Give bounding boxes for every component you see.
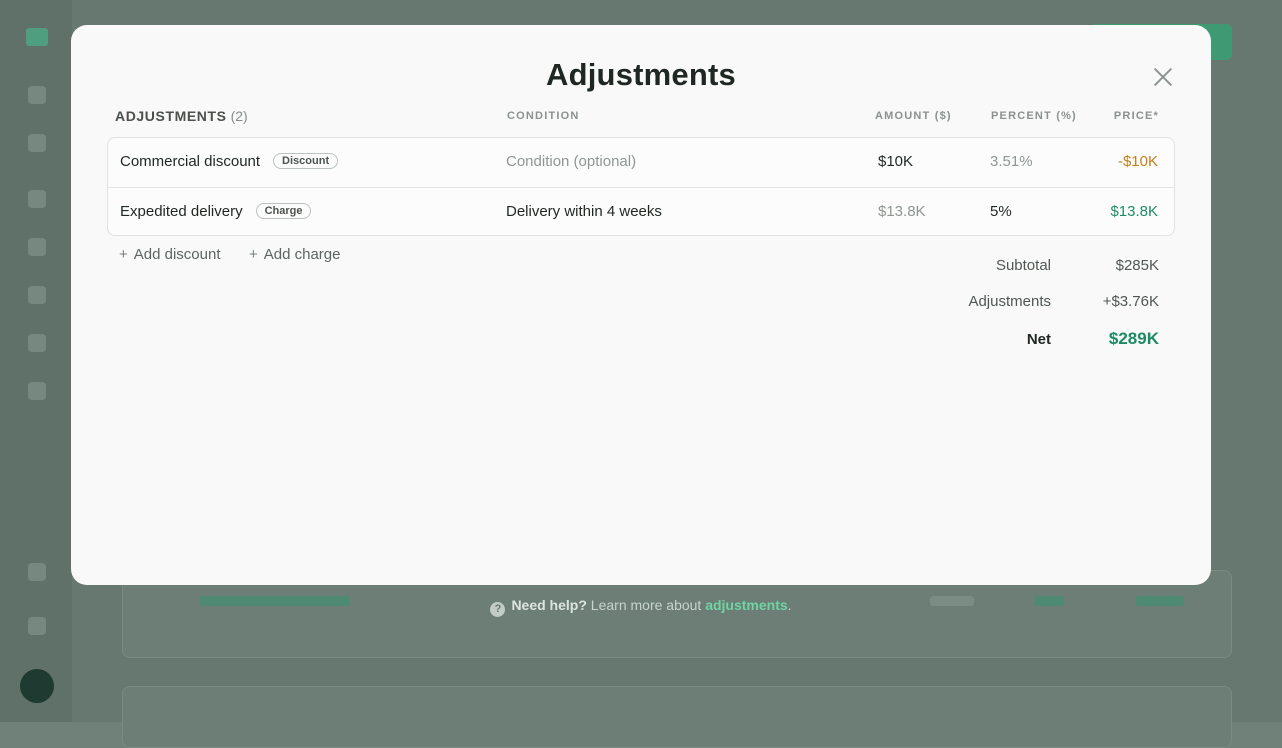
nav-icon	[28, 563, 46, 581]
help-footer: ? Need help? Learn more about adjustments…	[0, 597, 1282, 617]
adjustments-help-link[interactable]: adjustments	[705, 597, 787, 613]
nav-icon	[28, 86, 46, 104]
add-discount-button[interactable]: + Add discount	[119, 246, 221, 263]
subtotal-label: Subtotal	[995, 257, 1051, 274]
adjustment-name-cell[interactable]: Commercial discount Discount	[120, 153, 339, 170]
help-bold: Need help?	[511, 597, 587, 613]
help-end: .	[787, 597, 792, 613]
nav-icon	[28, 134, 46, 152]
adjustment-name: Commercial discount	[120, 153, 261, 170]
plus-icon: +	[119, 246, 128, 263]
modal-title: Adjustments	[546, 57, 736, 92]
adjustment-name: Expedited delivery	[120, 203, 243, 220]
price-value: $13.8K	[1110, 203, 1158, 220]
question-icon: ?	[490, 602, 506, 617]
help-text: Learn more about	[586, 597, 706, 613]
type-badge: Discount	[273, 153, 339, 169]
subtotal-value: $285K	[1115, 257, 1159, 274]
condition-input[interactable]: Condition (optional)	[506, 153, 636, 170]
net-value: $289K	[1108, 329, 1159, 348]
amount-input[interactable]: $10K	[878, 153, 913, 170]
adjustments-modal: Adjustments ADJUSTMENTS (2) CONDITION AMO…	[71, 25, 1211, 585]
type-badge: Charge	[255, 203, 312, 219]
nav-icon	[28, 617, 46, 635]
nav-icon	[28, 190, 46, 208]
column-header-percent: PERCENT (%)	[991, 110, 1077, 122]
price-value: -$10K	[1117, 153, 1158, 170]
nav-icon	[28, 286, 46, 304]
nav-icon	[28, 238, 46, 256]
adjustment-name-cell[interactable]: Expedited delivery Charge	[120, 203, 312, 220]
adjustments-section-label: ADJUSTMENTS	[115, 108, 227, 124]
app-logo	[26, 28, 48, 46]
percent-input[interactable]: 3.51%	[990, 153, 1033, 170]
avatar	[20, 669, 54, 703]
column-header-amount: AMOUNT ($)	[875, 110, 952, 122]
column-header-price: PRICE*	[1113, 110, 1159, 122]
background-card	[122, 686, 1232, 748]
condition-input[interactable]: Delivery within 4 weeks	[506, 203, 662, 220]
table-row[interactable]: Expedited delivery Charge Delivery within…	[108, 187, 1174, 235]
net-label: Net	[1026, 331, 1051, 348]
column-header-condition: CONDITION	[507, 110, 580, 122]
nav-icon	[28, 334, 46, 352]
plus-icon: +	[249, 246, 258, 263]
close-icon[interactable]	[1153, 67, 1173, 87]
add-charge-button[interactable]: + Add charge	[249, 246, 341, 263]
amount-input[interactable]: $13.8K	[878, 203, 926, 220]
adjustments-count: (2)	[230, 108, 248, 124]
adjustments-header: ADJUSTMENTS (2)	[115, 108, 248, 124]
percent-input[interactable]: 5%	[990, 203, 1012, 220]
nav-icon	[28, 382, 46, 400]
add-charge-label: Add charge	[263, 246, 341, 263]
adjustments-total-label: Adjustments	[968, 293, 1051, 310]
table-row[interactable]: Commercial discount Discount Condition (o…	[108, 138, 1174, 186]
add-discount-label: Add discount	[133, 246, 221, 263]
adjustments-total-value: +$3.76K	[1102, 293, 1159, 310]
adjustments-table: Commercial discount Discount Condition (o…	[107, 137, 1175, 236]
